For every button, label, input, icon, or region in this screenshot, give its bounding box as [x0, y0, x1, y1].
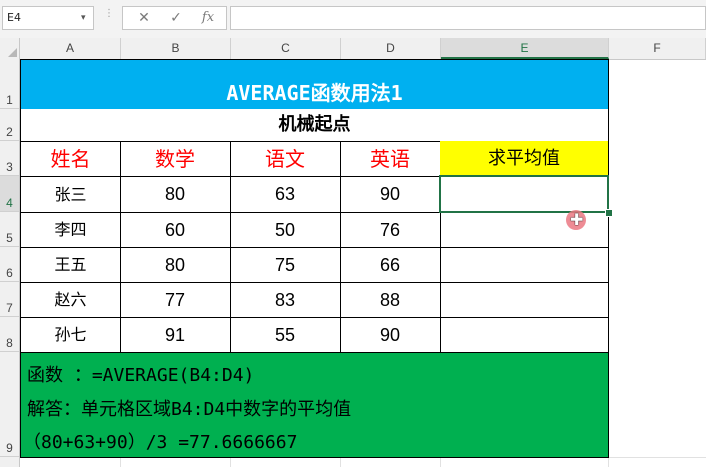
column-header-d[interactable]: D — [341, 38, 441, 59]
column-header-f[interactable]: F — [609, 38, 706, 59]
insert-function-icon[interactable]: fx — [195, 7, 221, 29]
plus-cursor-glyph: ✚ — [570, 210, 584, 229]
column-header-b[interactable]: B — [121, 38, 231, 59]
plus-cursor-icon: ✚ — [566, 210, 586, 230]
row-header-6[interactable]: 6 — [0, 247, 19, 282]
notes-line-explanation: 解答：单元格区域B4:D4中数字的平均值 — [27, 399, 352, 420]
row-header-2[interactable]: 2 — [0, 109, 19, 141]
cell-math[interactable]: 80 — [120, 176, 231, 213]
row-header-9[interactable]: 9 — [0, 352, 19, 457]
cell-average[interactable] — [440, 176, 609, 213]
worksheet-grid[interactable]: AVERAGE函数用法1 机械起点 姓名 数学 语文 英语 求平均值 张三 80… — [20, 59, 706, 467]
formula-buttons: ✕ ✓ fx — [122, 6, 227, 30]
cell-english[interactable]: 90 — [340, 176, 441, 213]
cell-name[interactable]: 王五 — [20, 247, 121, 283]
select-all-corner[interactable] — [0, 38, 20, 59]
row-number: 6 — [6, 266, 13, 280]
row-headers: 1 2 3 4 5 6 7 8 9 — [0, 59, 20, 467]
subtitle-cell[interactable]: 机械起点 — [20, 109, 609, 142]
cell-english[interactable]: 90 — [340, 317, 441, 353]
cell-english[interactable]: 76 — [340, 212, 441, 248]
header-english[interactable]: 英语 — [340, 141, 441, 177]
cell-math[interactable]: 91 — [120, 317, 231, 353]
row-header-7[interactable]: 7 — [0, 282, 19, 317]
row-number: 1 — [6, 93, 13, 107]
cell-average[interactable] — [440, 247, 609, 283]
cell-name[interactable]: 张三 — [20, 176, 121, 213]
select-all-icon — [8, 48, 17, 57]
row-number: 3 — [6, 160, 13, 174]
header-average[interactable]: 求平均值 — [440, 141, 609, 177]
notes-line-calculation: （80+63+90）/3 =77.6666667 — [23, 432, 298, 453]
fill-handle[interactable] — [605, 209, 613, 217]
row-header-5[interactable]: 5 — [0, 212, 19, 247]
header-chinese[interactable]: 语文 — [230, 141, 341, 177]
cell-chinese[interactable]: 83 — [230, 282, 341, 318]
cell-english[interactable]: 88 — [340, 282, 441, 318]
column-header-a[interactable]: A — [20, 38, 121, 59]
row-number: 2 — [6, 125, 13, 139]
row-number: 9 — [6, 441, 13, 455]
formula-bar: E4 ▾ ⋮ ✕ ✓ fx — [0, 0, 706, 39]
row-number: 4 — [6, 196, 13, 210]
row-header-8[interactable]: 8 — [0, 317, 19, 352]
cell-chinese[interactable]: 50 — [230, 212, 341, 248]
column-header-e[interactable]: E — [441, 38, 609, 59]
name-box-dropdown-icon[interactable]: ▾ — [81, 8, 86, 28]
cell-chinese[interactable]: 75 — [230, 247, 341, 283]
title-cell[interactable]: AVERAGE函数用法1 — [20, 59, 609, 110]
cell-average[interactable] — [440, 282, 609, 318]
column-headers: A B C D E F — [0, 38, 706, 60]
name-box-value: E4 — [7, 11, 21, 24]
cell-english[interactable]: 66 — [340, 247, 441, 283]
cell-chinese[interactable]: 63 — [230, 176, 341, 213]
cancel-icon[interactable]: ✕ — [131, 7, 157, 29]
row-number: 5 — [6, 231, 13, 245]
header-name[interactable]: 姓名 — [20, 141, 121, 177]
enter-icon[interactable]: ✓ — [163, 7, 189, 29]
row-header-3[interactable]: 3 — [0, 141, 19, 176]
header-math[interactable]: 数学 — [120, 141, 231, 177]
formula-input[interactable] — [230, 6, 706, 30]
cell-name[interactable]: 赵六 — [20, 282, 121, 318]
row-header-1[interactable]: 1 — [0, 59, 19, 109]
row-number: 8 — [6, 336, 13, 350]
row-header-4[interactable]: 4 — [0, 176, 19, 212]
cell-chinese[interactable]: 55 — [230, 317, 341, 353]
cell-average[interactable] — [440, 317, 609, 353]
formula-bar-grip-icon[interactable]: ⋮ — [104, 9, 114, 26]
cell-name[interactable]: 李四 — [20, 212, 121, 248]
column-header-c[interactable]: C — [231, 38, 341, 59]
notes-line-formula: 函数 ：=AVERAGE(B4:D4) — [27, 365, 255, 386]
cell-math[interactable]: 60 — [120, 212, 231, 248]
row-number: 7 — [6, 301, 13, 315]
cell-math[interactable]: 80 — [120, 247, 231, 283]
notes-cell[interactable]: 函数 ：=AVERAGE(B4:D4) 解答：单元格区域B4:D4中数字的平均值… — [20, 352, 609, 458]
cell-name[interactable]: 孙七 — [20, 317, 121, 353]
cell-math[interactable]: 77 — [120, 282, 231, 318]
